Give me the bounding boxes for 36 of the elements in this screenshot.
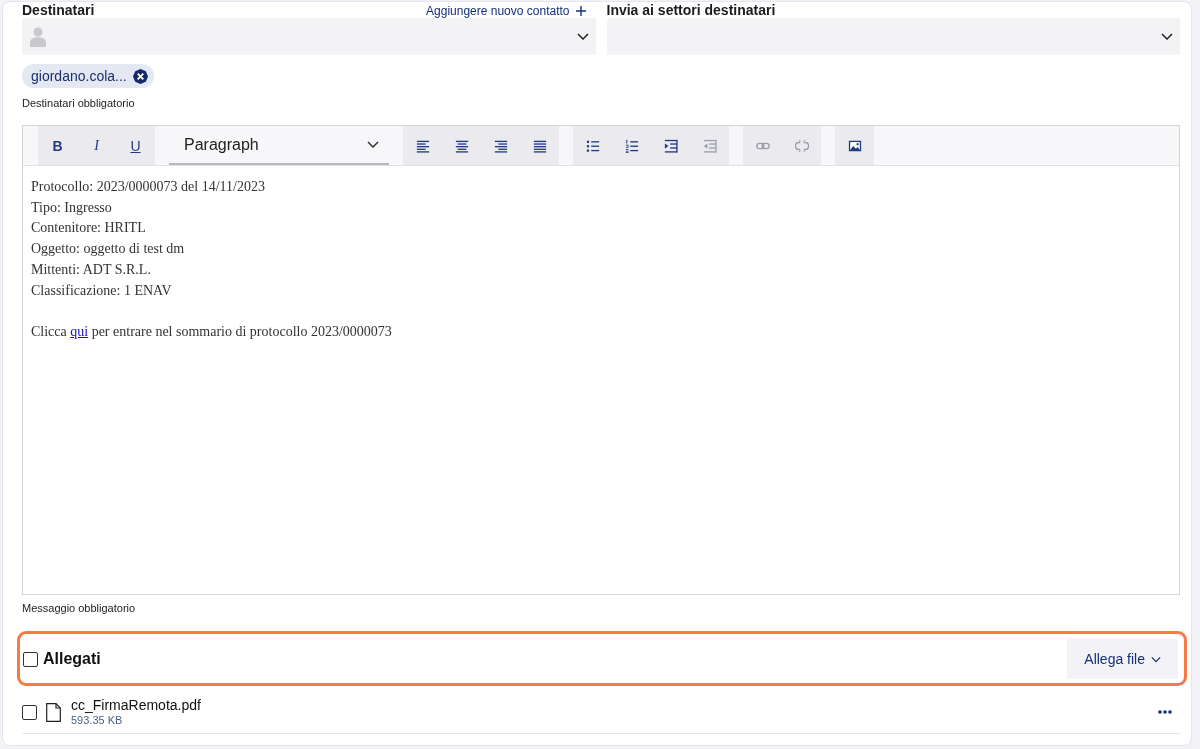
file-name: cc_FirmaRemota.pdf [71, 697, 201, 713]
caret-icon [1151, 655, 1161, 663]
file-icon [46, 702, 61, 722]
chip-label: giordano.cola... [31, 68, 127, 84]
field-label: Destinatari [22, 3, 95, 18]
align-right-icon[interactable] [493, 138, 508, 153]
justify-icon[interactable] [532, 138, 547, 153]
person-icon [30, 26, 46, 47]
file-size: 593.35 KB [71, 713, 124, 727]
indent-icon[interactable] [663, 138, 678, 153]
message-paragraph: Clicca qui per entrare nel sommario di protocollo 2023/0000073 [31, 322, 393, 341]
bold-button[interactable]: B [38, 126, 77, 165]
bulleted-list-icon[interactable] [585, 138, 600, 153]
italic-button[interactable]: I [77, 126, 116, 165]
align-left-icon[interactable] [415, 138, 430, 153]
add-contact-link[interactable]: Aggiungere nuovo contatto [426, 4, 596, 18]
chevron-icon [367, 141, 379, 148]
field-label: Invia ai settori destinatari [606, 3, 776, 18]
chevron-icon [1161, 33, 1173, 40]
checkbox[interactable] [23, 651, 38, 667]
message-paragraph: Protocollo: 2023/0000073 del 14/11/2023 Tipo: Ingresso Contenitore: HRITL Oggetto: oggetto di test dm Mittenti: ADT S.R.L. Classificazione: 1 ENAV [31, 178, 266, 300]
format-dropdown[interactable]: Paragraph [169, 126, 389, 165]
image-icon[interactable] [847, 138, 862, 153]
align-center-icon[interactable] [454, 138, 469, 153]
section-title: Allegati [43, 650, 101, 668]
chevron-icon [576, 33, 589, 40]
more-icon[interactable] [1158, 710, 1172, 714]
plus-icon [575, 6, 586, 16]
underline-button[interactable]: U [116, 126, 155, 165]
numbered-list-icon[interactable] [624, 138, 639, 153]
hint-text: Destinatari obbligatorio [22, 97, 136, 110]
message-link[interactable]: qui [70, 323, 89, 339]
remove-icon[interactable] [132, 68, 148, 84]
hint-text: Messaggio obbligatorio [22, 602, 137, 615]
attach-file-button[interactable]: Allega file [1067, 639, 1178, 679]
checkbox[interactable] [22, 704, 37, 720]
